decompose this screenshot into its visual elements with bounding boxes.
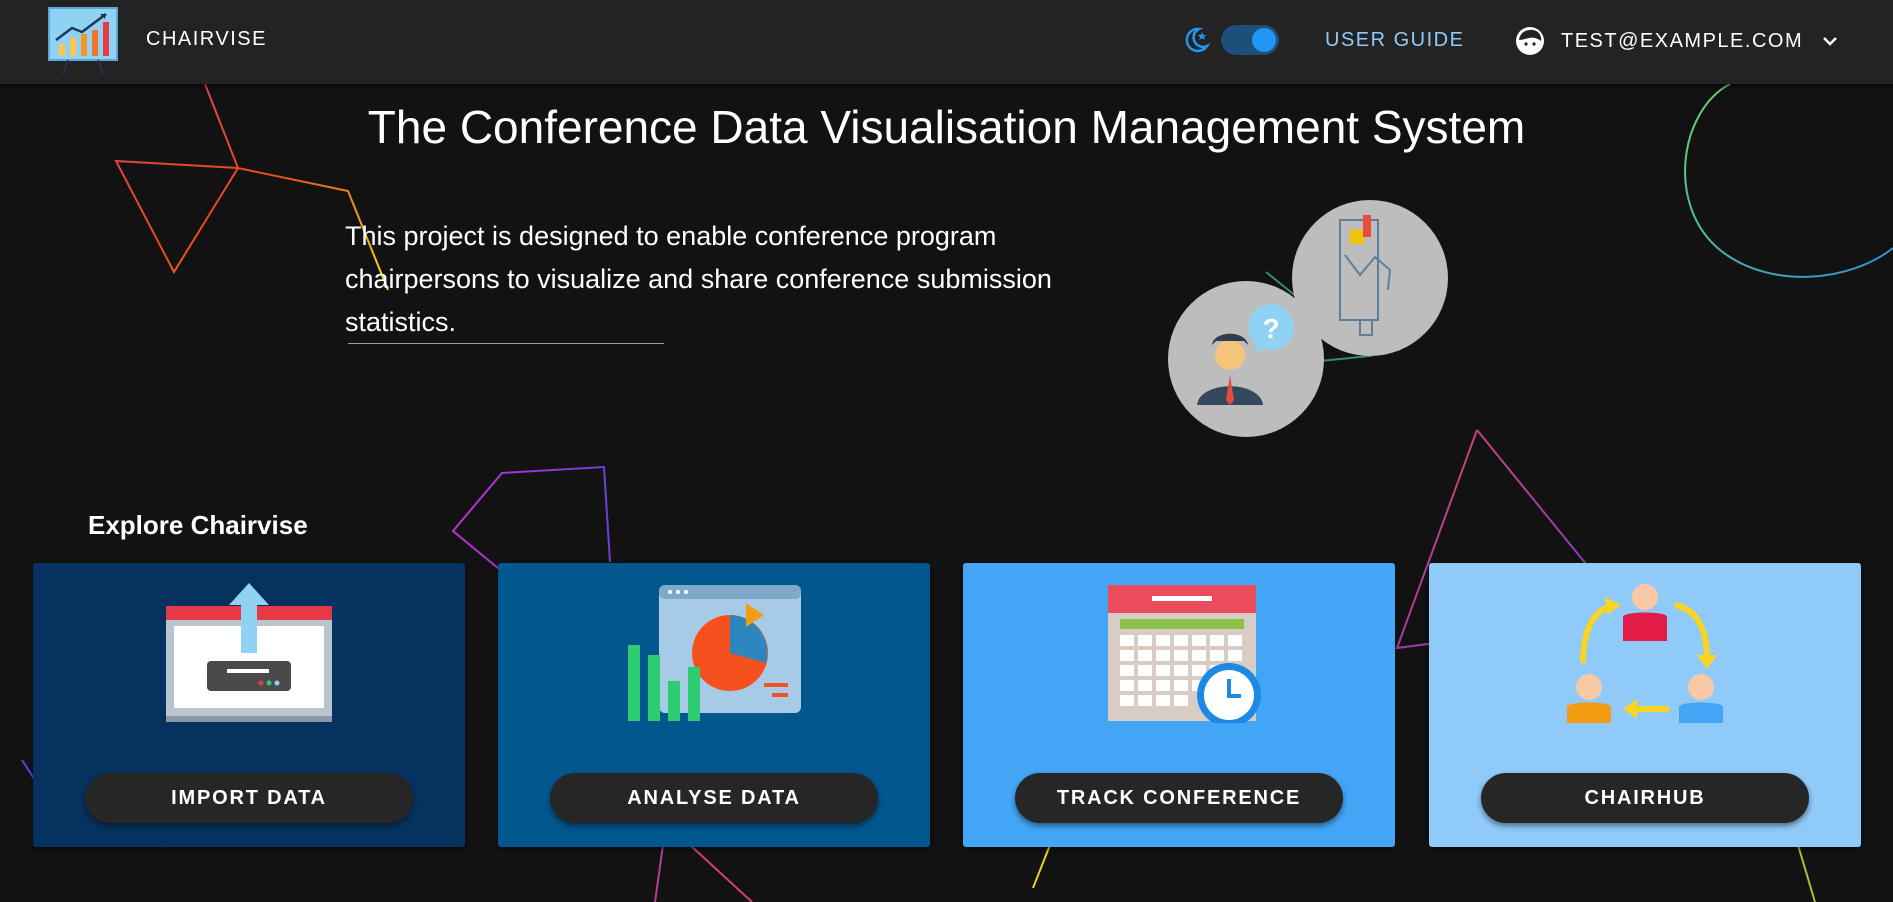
user-email: TEST@EXAMPLE.COM — [1561, 29, 1804, 52]
analyse-data-button[interactable]: ANALYSE DATA — [550, 773, 878, 823]
theme-toggle[interactable] — [1221, 25, 1279, 55]
svg-text:?: ? — [1262, 313, 1279, 344]
user-avatar-icon — [1516, 27, 1544, 55]
explore-heading: Explore Chairvise — [88, 510, 308, 540]
team-cycle-icon — [1567, 584, 1723, 723]
main-content: The Conference Data Visualisation Manage… — [0, 0, 1893, 902]
chart-logo-icon[interactable] — [48, 6, 118, 76]
analytics-chart-icon — [628, 585, 801, 721]
track-conference-card[interactable]: TRACK CONFERENCE — [963, 563, 1395, 847]
user-menu[interactable]: TEST@EXAMPLE.COM — [1515, 24, 1841, 58]
chairhub-button[interactable]: CHAIRHUB — [1481, 773, 1809, 823]
analyse-data-card[interactable]: ANALYSE DATA — [498, 563, 930, 847]
person-question-icon: ? — [1168, 281, 1324, 437]
dark-mode-moon-icon — [1185, 27, 1211, 53]
calendar-clock-icon — [1108, 585, 1261, 723]
import-monitor-icon — [166, 583, 332, 722]
import-data-card[interactable]: IMPORT DATA — [33, 563, 465, 847]
hero-illustration: ? — [1168, 200, 1448, 437]
toggle-knob — [1252, 28, 1276, 52]
user-guide-link[interactable]: USER GUIDE — [1325, 29, 1464, 52]
chairhub-card[interactable]: CHAIRHUB — [1429, 563, 1861, 847]
track-conference-button[interactable]: TRACK CONFERENCE — [1015, 773, 1343, 823]
page-title: The Conference Data Visualisation Manage… — [367, 101, 1526, 153]
intro-divider — [348, 343, 664, 344]
import-data-button[interactable]: IMPORT DATA — [85, 773, 413, 823]
chevron-down-icon[interactable] — [1819, 30, 1841, 52]
brand-name[interactable]: CHAIRVISE — [146, 28, 267, 51]
intro-text: This project is designed to enable confe… — [345, 221, 1052, 337]
app-header: CHAIRVISE USER GUIDE TEST@EXAMPLE.COM — [0, 0, 1893, 84]
